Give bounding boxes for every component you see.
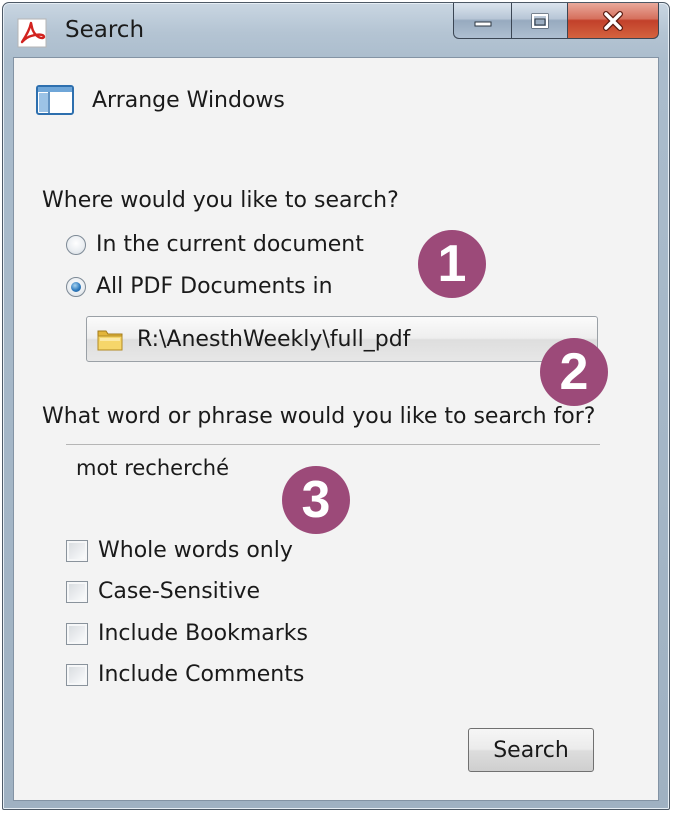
checkbox-whole-words-label: Whole words only <box>98 538 293 563</box>
search-term-field[interactable]: mot recherché <box>76 456 229 480</box>
checkbox-include-bookmarks-box[interactable] <box>66 622 88 645</box>
acrobat-icon <box>17 18 47 48</box>
location-question: Where would you like to search? <box>42 188 399 213</box>
radio-all-pdf-documents-button[interactable] <box>66 276 86 297</box>
checkbox-whole-words-box[interactable] <box>66 539 88 562</box>
checkbox-include-comments-label: Include Comments <box>98 662 305 687</box>
checkbox-case-sensitive-box[interactable] <box>66 580 88 603</box>
radio-current-document-button[interactable] <box>66 234 86 255</box>
checkbox-case-sensitive[interactable]: Case-Sensitive <box>66 579 260 604</box>
minimize-button[interactable] <box>453 3 511 39</box>
folder-icon <box>97 330 123 351</box>
close-button[interactable] <box>567 3 659 39</box>
arrange-windows-icon <box>36 85 74 115</box>
search-button[interactable]: Search <box>468 728 594 772</box>
checkbox-whole-words[interactable]: Whole words only <box>66 538 293 563</box>
callout-badge-3: 3 <box>282 466 350 534</box>
callout-badge-2: 2 <box>540 338 608 406</box>
caption-buttons <box>453 3 659 39</box>
callout-badge-1: 1 <box>418 230 486 298</box>
checkbox-include-bookmarks[interactable]: Include Bookmarks <box>66 621 308 646</box>
window-title: Search <box>65 17 145 43</box>
divider <box>66 444 600 445</box>
minimize-icon <box>474 21 491 26</box>
arrange-windows-label: Arrange Windows <box>92 87 285 113</box>
maximize-button[interactable] <box>511 3 567 39</box>
radio-all-pdf-documents-label: All PDF Documents in <box>96 274 333 299</box>
arrange-windows-link[interactable]: Arrange Windows <box>36 84 285 116</box>
checkbox-include-comments[interactable]: Include Comments <box>66 662 304 687</box>
radio-current-document[interactable]: In the current document <box>66 232 364 257</box>
close-icon <box>603 10 623 31</box>
radio-all-pdf-documents[interactable]: All PDF Documents in <box>66 274 333 299</box>
folder-path-dropdown[interactable]: R:\AnesthWeekly\full_pdf <box>86 316 598 362</box>
maximize-icon <box>531 13 548 28</box>
folder-path-text: R:\AnesthWeekly\full_pdf <box>137 326 411 352</box>
checkbox-include-bookmarks-label: Include Bookmarks <box>98 621 308 646</box>
search-window: Search Arrange Windows Where would you l… <box>2 2 670 810</box>
radio-current-document-label: In the current document <box>96 232 364 257</box>
dialog-client-area: Arrange Windows Where would you like to … <box>13 57 659 801</box>
query-question: What word or phrase would you like to se… <box>42 404 596 429</box>
checkbox-include-comments-box[interactable] <box>66 663 88 686</box>
title-bar[interactable]: Search <box>3 3 669 57</box>
checkbox-case-sensitive-label: Case-Sensitive <box>98 579 261 604</box>
